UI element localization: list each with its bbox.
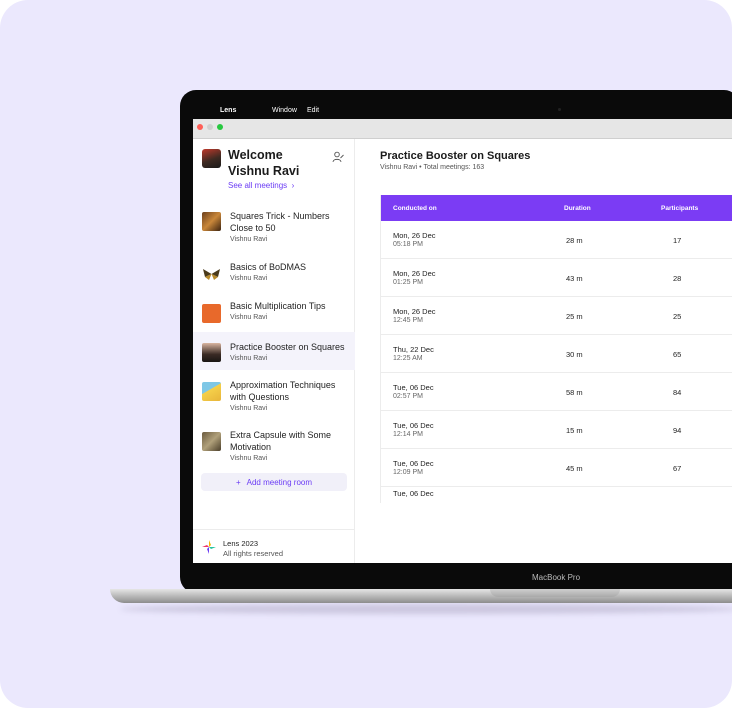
table-row[interactable]: Thu, 22 Dec 12:25 AM 30 m 65	[381, 335, 732, 373]
column-header-conducted-on[interactable]: Conducted on	[393, 205, 437, 212]
app-window: Lens Window Edit Welcome Vishnu Ravi See…	[193, 103, 732, 563]
meeting-item[interactable]: Extra Capsule with Some Motivation Vishn…	[193, 429, 355, 475]
cell-date: Mon, 26 Dec	[393, 307, 436, 316]
sidebar-footer: Lens 2023 All rights reserved	[193, 529, 355, 563]
cell-date: Mon, 26 Dec	[393, 231, 436, 240]
table-row[interactable]: Tue, 06 Dec 02:57 PM 58 m 84	[381, 373, 732, 411]
meeting-title: Extra Capsule with Some Motivation	[230, 430, 332, 452]
meeting-host: Vishnu Ravi	[230, 405, 268, 412]
cell-time: 12:14 PM	[393, 431, 423, 438]
table-row[interactable]: Mon, 26 Dec 12:45 PM 25 m 25	[381, 297, 732, 335]
window-titlebar	[193, 119, 732, 139]
butterfly-icon	[203, 269, 220, 280]
cell-duration: 30 m	[566, 350, 583, 359]
add-meeting-room-button[interactable]: + Add meeting room	[201, 473, 347, 491]
close-window-button[interactable]	[197, 124, 203, 130]
meeting-item[interactable]: Squares Trick - Numbers Close to 50 Vish…	[193, 207, 355, 251]
see-all-meetings-link[interactable]: See all meetings ›	[228, 181, 294, 190]
meeting-thumbnail	[202, 343, 221, 362]
cell-date: Tue, 06 Dec	[393, 383, 434, 392]
cell-date: Tue, 06 Dec	[393, 489, 434, 498]
camera-dot	[558, 108, 561, 111]
device-label: MacBook Pro	[532, 573, 581, 582]
cell-time: 12:25 AM	[393, 355, 423, 362]
meeting-host: Vishnu Ravi	[230, 355, 268, 362]
menu-edit[interactable]: Edit	[307, 107, 319, 114]
menu-window[interactable]: Window	[272, 107, 297, 114]
meeting-title: Squares Trick - Numbers Close to 50	[230, 211, 330, 233]
cell-time: 12:09 PM	[393, 469, 423, 476]
cell-date: Thu, 22 Dec	[393, 345, 434, 354]
cell-participants: 17	[673, 236, 682, 245]
table-row[interactable]: Tue, 06 Dec 12:09 PM 45 m 67	[381, 449, 732, 487]
main-content: Practice Booster on Squares Vishnu Ravi …	[356, 139, 732, 563]
laptop-notch	[490, 589, 620, 597]
meeting-host: Vishnu Ravi	[230, 314, 268, 321]
meeting-item[interactable]: Basics of BoDMAS Vishnu Ravi	[193, 255, 355, 289]
meeting-thumbnail	[202, 212, 221, 231]
meeting-thumbnail	[202, 382, 221, 401]
footer-brand: Lens 2023	[223, 539, 259, 548]
meeting-item[interactable]: Approximation Techniques with Questions …	[193, 378, 355, 424]
cell-duration: 28 m	[566, 236, 583, 245]
cell-participants: 28	[673, 274, 682, 283]
meeting-thumbnail	[202, 432, 221, 451]
welcome-title: Welcome Vishnu Ravi	[228, 148, 300, 178]
cell-participants: 67	[673, 464, 682, 473]
cell-date: Tue, 06 Dec	[393, 459, 434, 468]
lens-logo-icon	[202, 540, 216, 554]
avatar[interactable]	[202, 149, 221, 168]
meeting-host: Vishnu Ravi	[230, 455, 268, 462]
footer-rights: All rights reserved	[223, 549, 284, 558]
cell-duration: 15 m	[566, 426, 583, 435]
cell-participants: 65	[673, 350, 682, 359]
chevron-right-icon: ›	[289, 181, 295, 190]
meeting-title: Approximation Techniques with Questions	[230, 380, 336, 402]
plus-icon: +	[235, 477, 241, 487]
cell-duration: 45 m	[566, 464, 583, 473]
meeting-item-active[interactable]: Practice Booster on Squares Vishnu Ravi	[193, 332, 355, 370]
cell-participants: 25	[673, 312, 682, 321]
menu-app-name[interactable]: Lens	[220, 107, 236, 114]
table-row[interactable]: Tue, 06 Dec 12:14 PM 15 m 94	[381, 411, 732, 449]
column-header-participants[interactable]: Participants	[661, 205, 698, 212]
table-row[interactable]: Tue, 06 Dec	[381, 487, 732, 503]
cell-date: Tue, 06 Dec	[393, 421, 434, 430]
table-header: Conducted on Duration Participants	[381, 195, 732, 221]
cell-time: 02:57 PM	[393, 393, 423, 400]
cell-participants: 94	[673, 426, 682, 435]
laptop-shadow	[120, 604, 732, 614]
meeting-title: Basic Multiplication Tips	[230, 301, 326, 311]
maximize-window-button[interactable]	[217, 124, 223, 130]
table-row[interactable]: Mon, 26 Dec 01:25 PM 43 m 28	[381, 259, 732, 297]
meeting-host: Vishnu Ravi	[230, 236, 268, 243]
cell-time: 01:25 PM	[393, 279, 423, 286]
meeting-item[interactable]: Basic Multiplication Tips Vishnu Ravi	[193, 294, 355, 328]
meeting-thumbnail	[202, 304, 221, 323]
edit-profile-icon[interactable]	[332, 151, 344, 163]
cell-date: Mon, 26 Dec	[393, 269, 436, 278]
page-subtitle: Vishnu Ravi • Total meetings: 163	[380, 164, 485, 171]
page-title: Practice Booster on Squares	[380, 150, 531, 162]
cell-time: 12:45 PM	[393, 317, 423, 324]
add-room-label: Add meeting room	[246, 477, 313, 487]
menu-bar: Lens Window Edit	[193, 103, 732, 119]
laptop-base	[110, 589, 732, 603]
sidebar: Welcome Vishnu Ravi See all meetings › S…	[193, 139, 355, 563]
minimize-window-button[interactable]	[207, 124, 213, 130]
cell-duration: 25 m	[566, 312, 583, 321]
see-all-label: See all meetings	[228, 181, 288, 190]
cell-participants: 84	[673, 388, 682, 397]
table-row[interactable]: Mon, 26 Dec 05:18 PM 28 m 17	[381, 221, 732, 259]
cell-duration: 43 m	[566, 274, 583, 283]
column-header-duration[interactable]: Duration	[564, 205, 591, 212]
meeting-title: Practice Booster on Squares	[230, 342, 345, 352]
meeting-title: Basics of BoDMAS	[230, 262, 307, 272]
cell-duration: 58 m	[566, 388, 583, 397]
cell-time: 05:18 PM	[393, 241, 423, 248]
meetings-table: Conducted on Duration Participants Mon, …	[380, 195, 732, 503]
meeting-host: Vishnu Ravi	[230, 275, 268, 282]
